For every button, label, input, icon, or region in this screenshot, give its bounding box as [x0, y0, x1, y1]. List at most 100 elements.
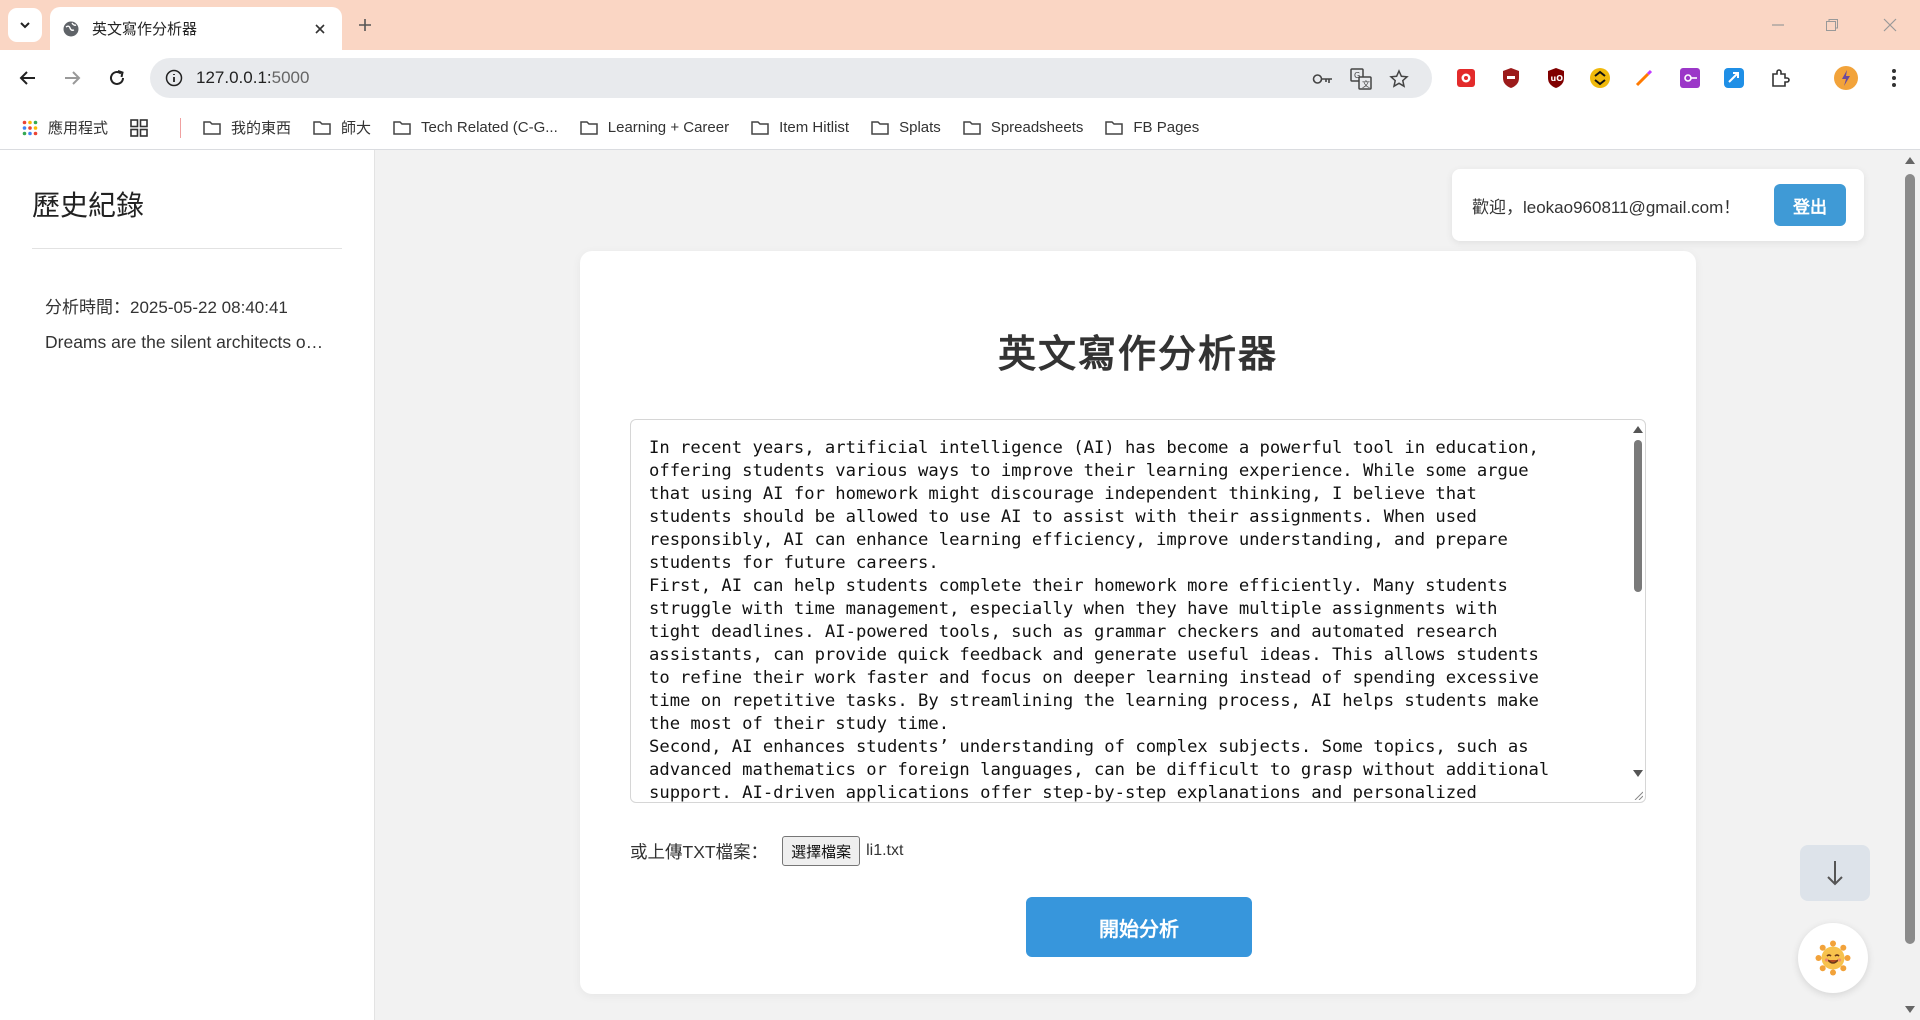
analyze-button[interactable]: 開始分析 — [1026, 897, 1252, 957]
browser-toolbar: 127.0.0.1:5000 G文 uO — [0, 50, 1920, 106]
arrow-left-icon — [19, 71, 35, 85]
bookmark-label: Tech Related (C-G... — [421, 119, 558, 136]
close-window-button[interactable] — [1870, 8, 1910, 42]
scroll-to-bottom-button[interactable] — [1800, 845, 1870, 901]
history-item[interactable]: 分析時間：2025-05-22 08:40:41 Dreams are the … — [32, 249, 342, 353]
folder-icon — [751, 121, 769, 135]
reload-icon — [110, 70, 124, 85]
bookmark-apps[interactable]: 應用程式 — [22, 117, 108, 138]
page-scroll-thumb[interactable] — [1905, 174, 1915, 944]
chevron-down-icon — [20, 22, 30, 29]
minimize-button[interactable] — [1758, 8, 1798, 42]
bookmark-label: Item Hitlist — [779, 119, 850, 136]
page-content: 歷史紀錄 分析時間：2025-05-22 08:40:41 Dreams are… — [0, 150, 1920, 1020]
forward-button[interactable] — [56, 62, 88, 94]
bookmark-folder-tech[interactable]: Tech Related (C-G... — [393, 119, 558, 136]
browser-tab-active[interactable]: 英文寫作分析器 — [50, 7, 342, 50]
folder-icon — [393, 121, 411, 135]
tab-search-button[interactable] — [8, 8, 42, 42]
folder-icon — [1105, 121, 1124, 135]
reload-button[interactable] — [101, 62, 133, 94]
bookmark-folder-learning[interactable]: Learning + Career — [580, 119, 729, 136]
translate-icon[interactable]: G文 — [1348, 66, 1374, 92]
svg-text:G: G — [1354, 71, 1360, 80]
key-icon[interactable] — [1310, 66, 1336, 92]
analyzer-card: 英文寫作分析器 In recent years, artificial inte… — [580, 251, 1696, 994]
scroll-down-arrow-icon[interactable] — [1632, 768, 1644, 780]
choose-file-button[interactable]: 選擇檔案 — [782, 836, 861, 866]
svg-text:uO: uO — [1551, 74, 1564, 83]
selected-file-name: li1.txt — [866, 842, 904, 859]
bookmark-app-grid[interactable] — [130, 118, 158, 137]
upload-label: 或上傳TXT檔案： — [630, 841, 769, 862]
arrow-down-icon — [1827, 861, 1843, 886]
essay-textarea[interactable]: In recent years, artificial intelligence… — [630, 419, 1646, 803]
folder-icon — [871, 121, 889, 135]
bookmark-folder-hitlist[interactable]: Item Hitlist — [751, 119, 849, 136]
assistant-button[interactable] — [1798, 923, 1868, 993]
extension-purple-icon[interactable] — [1676, 64, 1704, 92]
url-text: 127.0.0.1:5000 — [196, 68, 310, 87]
folder-icon — [580, 121, 598, 135]
page-scrollbar[interactable] — [1900, 150, 1920, 1020]
upload-row: 或上傳TXT檔案： 選擇檔案 li1.txt — [630, 835, 903, 867]
bookmark-label: Learning + Career — [607, 119, 730, 136]
tab-title: 英文寫作分析器 — [92, 21, 198, 38]
arrow-right-icon — [65, 71, 81, 85]
bookmark-folder-splats[interactable]: Splats — [871, 119, 941, 136]
textarea-scroll-thumb[interactable] — [1634, 440, 1642, 592]
browser-tab-bar: 英文寫作分析器 — [0, 0, 1920, 50]
minimize-icon — [1772, 24, 1784, 26]
address-bar[interactable]: 127.0.0.1:5000 G文 — [150, 58, 1432, 98]
bookmark-label: Splats — [899, 119, 941, 136]
bookmark-label: Spreadsheets — [990, 119, 1084, 136]
folder-icon — [963, 121, 981, 135]
apps-grid-icon — [22, 120, 38, 135]
user-welcome-panel: 歡迎，leokao960811@gmail.com！ 登出 — [1452, 169, 1864, 241]
extensions-puzzle-icon[interactable] — [1766, 64, 1794, 92]
history-snippet: Dreams are the silent architects of our … — [45, 332, 325, 352]
bookmark-label: FB Pages — [1133, 119, 1200, 136]
restore-icon — [1826, 19, 1838, 31]
extension-ublock-icon[interactable]: uO — [1542, 64, 1570, 92]
history-time: 分析時間：2025-05-22 08:40:41 — [45, 298, 288, 317]
extension-red-square-icon[interactable] — [1452, 64, 1480, 92]
extension-pen-icon[interactable] — [1630, 64, 1658, 92]
bookmark-folder-ntnu[interactable]: 師大 — [313, 117, 371, 138]
site-info-icon[interactable] — [162, 66, 186, 90]
back-button[interactable] — [12, 62, 44, 94]
logout-button[interactable]: 登出 — [1774, 184, 1846, 226]
essay-text[interactable]: In recent years, artificial intelligence… — [631, 420, 1631, 802]
scroll-up-arrow-icon[interactable] — [1632, 423, 1644, 435]
history-sidebar: 歷史紀錄 分析時間：2025-05-22 08:40:41 Dreams are… — [0, 150, 375, 1020]
bookmark-folder-my-stuff[interactable]: 我的東西 — [203, 117, 291, 138]
sidebar-title: 歷史紀錄 — [32, 184, 342, 249]
textarea-scrollbar[interactable] — [1631, 420, 1645, 802]
restore-button[interactable] — [1812, 8, 1852, 42]
bookmark-label: 師大 — [341, 120, 372, 137]
smiley-sun-icon — [1815, 940, 1851, 976]
plus-icon — [359, 19, 371, 31]
new-tab-button[interactable] — [352, 12, 378, 38]
page-title: 英文寫作分析器 — [997, 334, 1278, 376]
scroll-down-arrow-icon[interactable] — [1905, 1006, 1915, 1014]
resize-grip-icon[interactable] — [1633, 790, 1643, 800]
profile-avatar[interactable] — [1832, 64, 1860, 92]
bookmark-label: 我的東西 — [231, 120, 292, 137]
scroll-up-arrow-icon[interactable] — [1905, 156, 1915, 164]
globe-icon — [63, 21, 79, 36]
extension-shield-icon[interactable] — [1497, 64, 1525, 92]
extension-blue-arrows-icon[interactable] — [1720, 64, 1748, 92]
folder-icon — [203, 121, 221, 135]
kebab-menu-icon[interactable] — [1880, 64, 1908, 92]
bookmark-folder-fb-pages[interactable]: FB Pages — [1105, 119, 1199, 136]
svg-text:文: 文 — [1362, 79, 1370, 89]
bookmark-folder-spreadsheets[interactable]: Spreadsheets — [963, 119, 1084, 136]
folder-icon — [313, 121, 331, 135]
bookmarks-bar: 應用程式 我的東西 師大 Tech Related (C-G... Learni… — [0, 106, 1920, 150]
extension-binance-icon[interactable] — [1586, 64, 1614, 92]
bookmark-label: 應用程式 — [48, 120, 109, 137]
welcome-text: 歡迎，leokao960811@gmail.com！ — [1472, 197, 1741, 217]
star-icon[interactable] — [1386, 66, 1412, 92]
close-icon[interactable] — [310, 19, 330, 39]
